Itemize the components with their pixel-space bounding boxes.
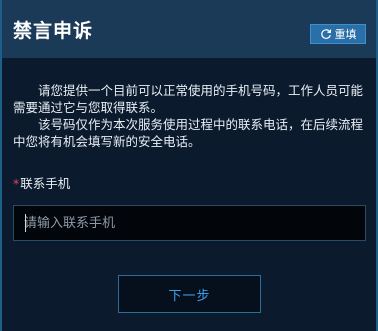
phone-field-label: *联系手机: [13, 176, 70, 192]
phone-label-text: 联系手机: [20, 176, 71, 191]
next-step-button[interactable]: 下一步: [118, 275, 261, 313]
dialog-body: 请您提供一个目前可以正常使用的手机号码，工作人员可能需要通过它与您取得联系。 该…: [2, 58, 376, 331]
text-caret: [25, 214, 26, 232]
reset-button[interactable]: 重填: [310, 24, 366, 44]
dialog-title: 禁言申诉: [13, 20, 94, 42]
description: 请您提供一个目前可以正常使用的手机号码，工作人员可能需要通过它与您取得联系。 该…: [13, 82, 364, 150]
refresh-icon: [320, 28, 332, 40]
appeal-dialog: 禁言申诉 重填 请您提供一个目前可以正常使用的手机号码，工作人员可能需要通过它与…: [0, 0, 378, 331]
required-mark: *: [13, 176, 20, 191]
reset-button-label: 重填: [334, 28, 357, 41]
description-paragraph-2: 该号码仅作为本次服务使用过程中的联系电话，在后续流程中您将有机会填写新的安全电话…: [13, 117, 364, 149]
phone-input[interactable]: [13, 205, 366, 241]
dialog-header: 禁言申诉 重填: [2, 0, 376, 58]
description-paragraph-1: 请您提供一个目前可以正常使用的手机号码，工作人员可能需要通过它与您取得联系。: [13, 83, 364, 115]
